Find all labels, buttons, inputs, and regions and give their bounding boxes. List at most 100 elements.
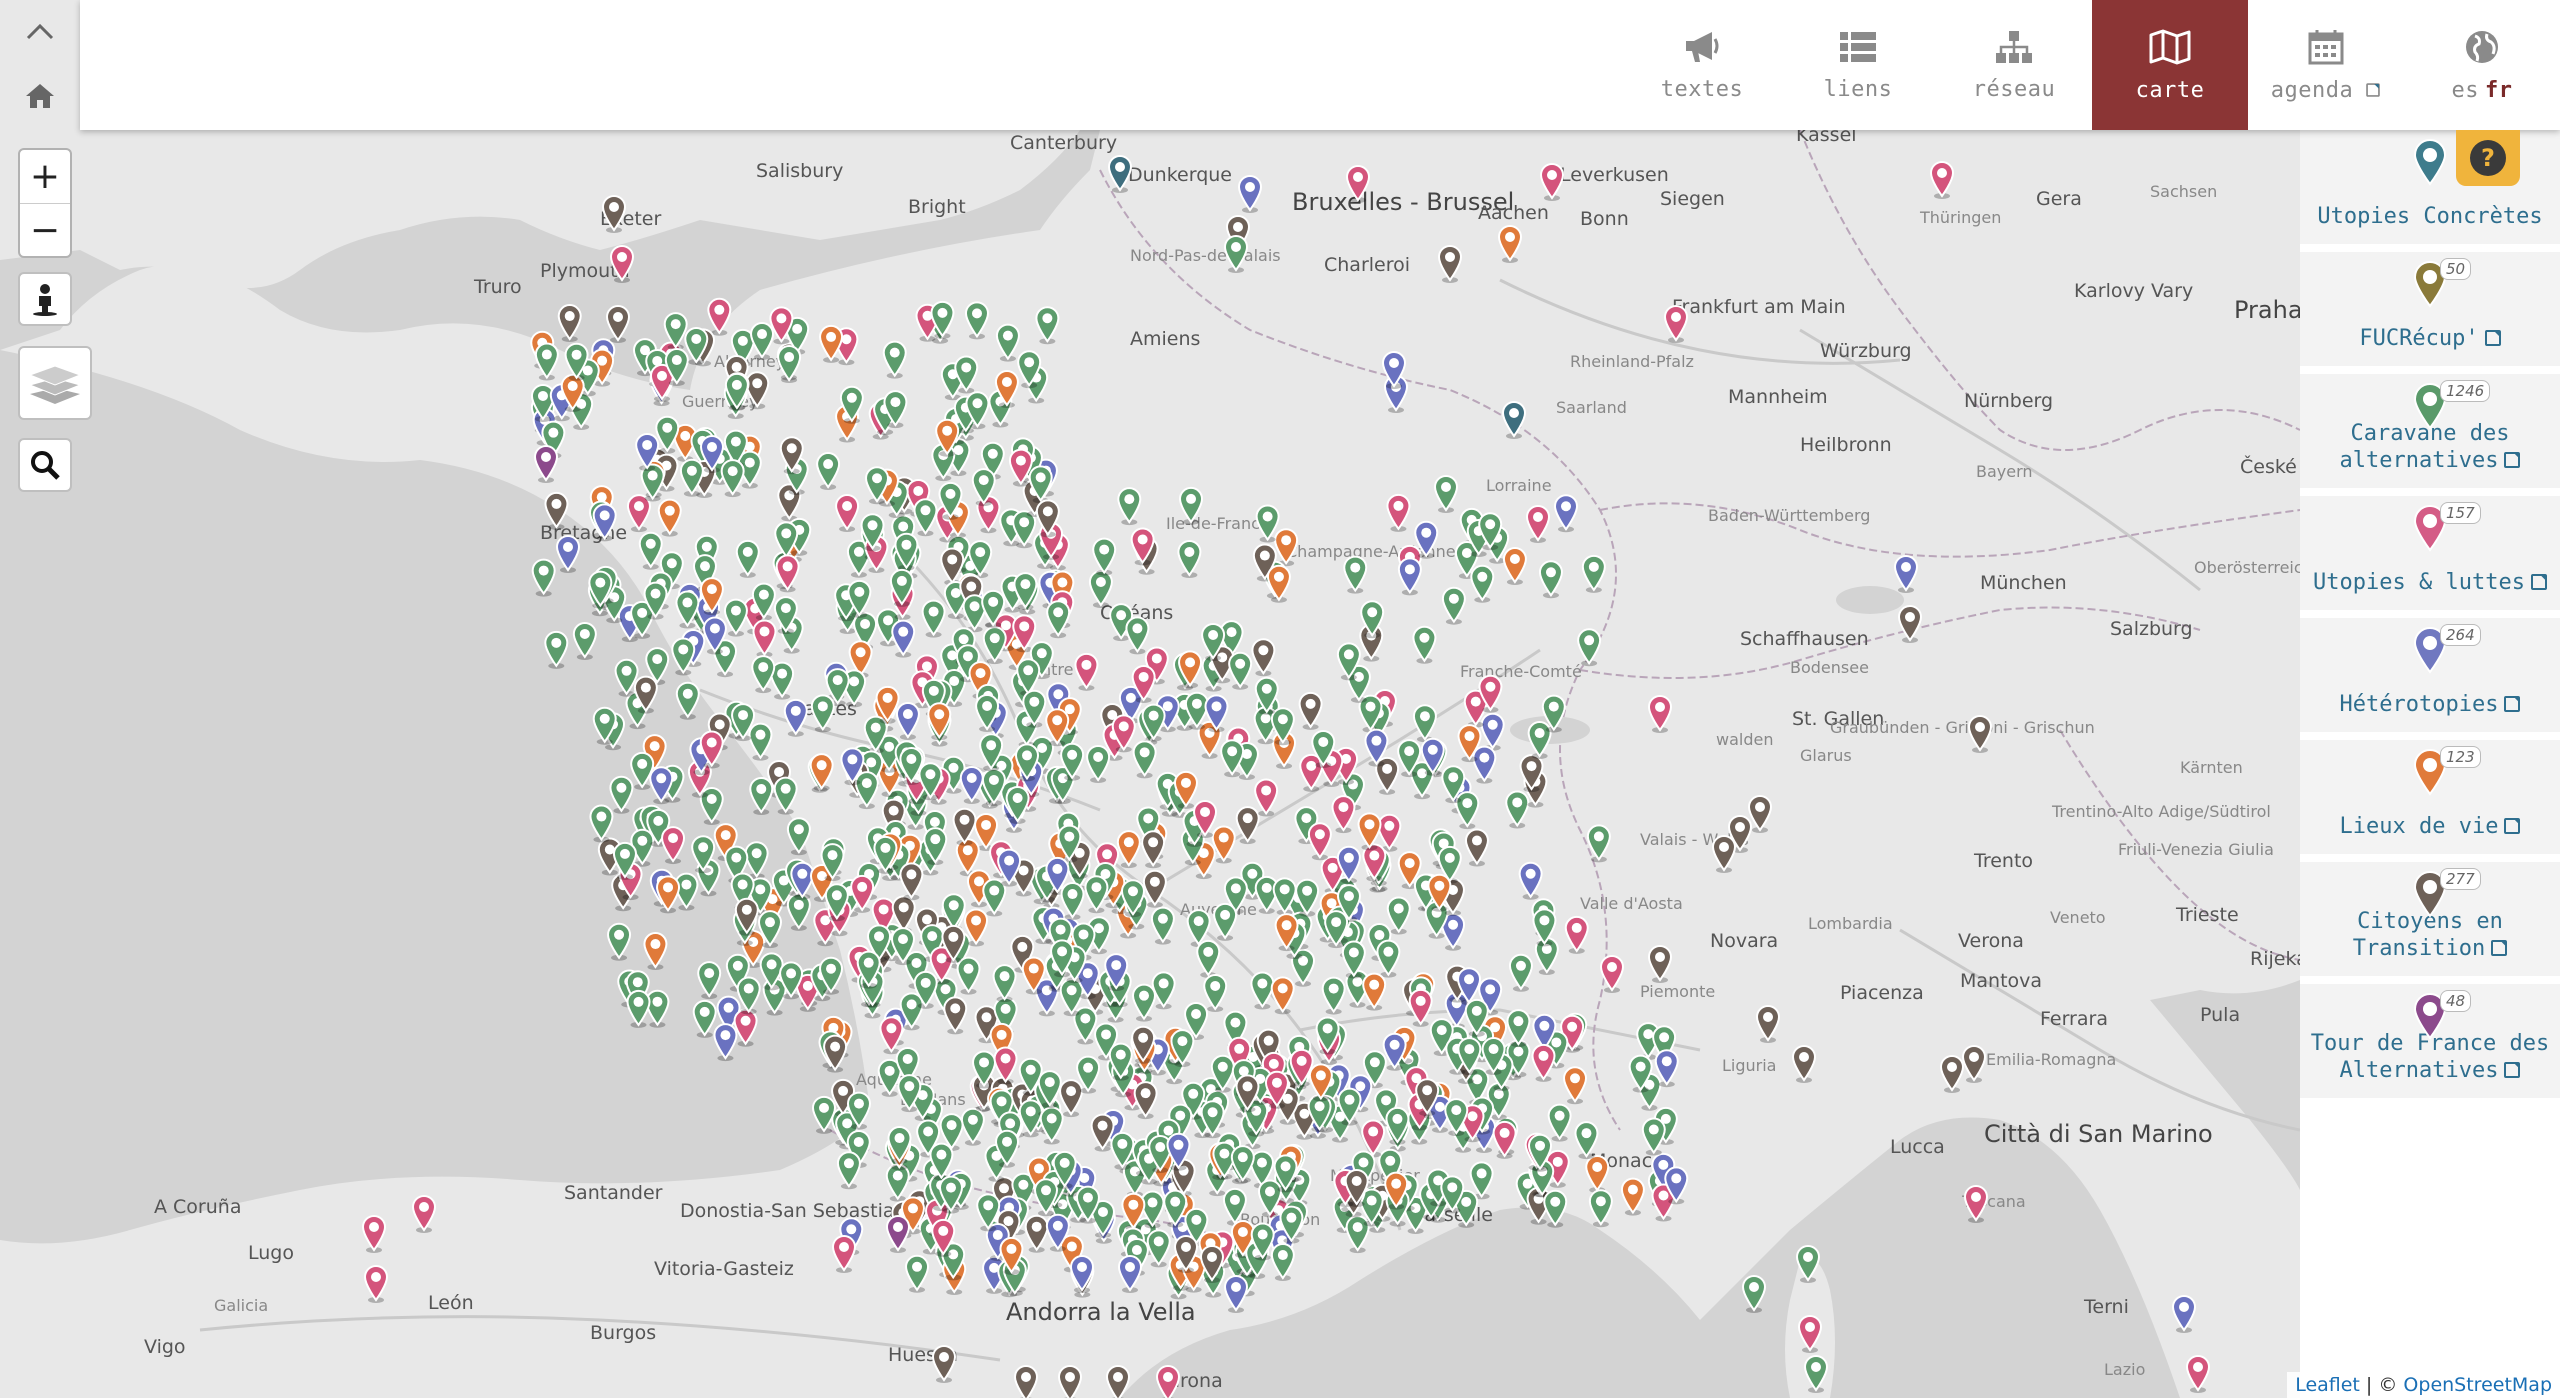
- leaflet-link[interactable]: Leaflet: [2295, 1374, 2360, 1396]
- map-marker[interactable]: [819, 324, 844, 363]
- map-marker[interactable]: [1060, 882, 1085, 921]
- map-marker[interactable]: [816, 452, 841, 491]
- map-marker[interactable]: [1893, 555, 1919, 593]
- map-marker[interactable]: [1074, 652, 1099, 691]
- map-marker[interactable]: [1086, 745, 1111, 783]
- home-button[interactable]: [0, 64, 80, 128]
- map-marker[interactable]: [1538, 560, 1563, 599]
- map-marker[interactable]: [1362, 972, 1387, 1011]
- map-marker[interactable]: [1013, 1365, 1039, 1398]
- map-marker[interactable]: [1376, 939, 1401, 978]
- map-marker[interactable]: [1620, 1177, 1645, 1216]
- map-marker[interactable]: [1254, 778, 1279, 817]
- map-marker[interactable]: [671, 637, 696, 676]
- map-marker[interactable]: [960, 1107, 985, 1146]
- map-marker[interactable]: [1059, 1079, 1084, 1118]
- map-marker[interactable]: [1505, 790, 1530, 829]
- map-marker[interactable]: [783, 698, 808, 737]
- map-marker[interactable]: [1203, 974, 1228, 1012]
- map-marker[interactable]: [1125, 616, 1150, 655]
- map-marker[interactable]: [736, 976, 761, 1015]
- map-marker[interactable]: [982, 626, 1007, 665]
- map-marker[interactable]: [1141, 830, 1166, 869]
- map-marker[interactable]: [891, 619, 916, 658]
- map-marker[interactable]: [2185, 1355, 2211, 1393]
- map-marker[interactable]: [1107, 155, 1133, 193]
- map-marker[interactable]: [1470, 564, 1495, 603]
- map-marker[interactable]: [1235, 806, 1260, 845]
- map-marker[interactable]: [1386, 493, 1411, 532]
- map-marker[interactable]: [1298, 691, 1323, 730]
- map-marker[interactable]: [1223, 235, 1249, 273]
- map-marker[interactable]: [675, 681, 700, 720]
- map-marker[interactable]: [1539, 163, 1565, 201]
- map-marker[interactable]: [657, 498, 682, 537]
- map-marker[interactable]: [609, 775, 634, 814]
- map-marker[interactable]: [748, 722, 773, 761]
- map-marker[interactable]: [1433, 475, 1459, 513]
- map-marker[interactable]: [1501, 401, 1527, 439]
- map-marker[interactable]: [931, 1345, 957, 1383]
- map-marker[interactable]: [589, 804, 614, 843]
- legend-item[interactable]: 48 Tour de France des Alternatives: [2300, 984, 2560, 1098]
- map-marker[interactable]: [943, 996, 968, 1035]
- map-marker[interactable]: [1599, 955, 1625, 993]
- map-marker[interactable]: [1554, 494, 1579, 533]
- map-marker[interactable]: [1088, 570, 1113, 608]
- map-marker[interactable]: [1531, 1043, 1556, 1082]
- map-marker[interactable]: [1502, 547, 1527, 586]
- map-marker[interactable]: [982, 878, 1007, 917]
- map-marker[interactable]: [679, 458, 704, 497]
- map-marker[interactable]: [1791, 1045, 1817, 1083]
- map-marker[interactable]: [411, 1195, 437, 1233]
- help-button[interactable]: ?: [2456, 130, 2520, 186]
- map-marker[interactable]: [572, 622, 597, 660]
- map-marker[interactable]: [905, 1254, 930, 1293]
- map-marker[interactable]: [1527, 721, 1552, 760]
- map-marker[interactable]: [927, 702, 952, 741]
- map-marker[interactable]: [1331, 795, 1356, 834]
- map-marker[interactable]: [656, 875, 681, 914]
- map-marker[interactable]: [1797, 1315, 1823, 1353]
- map-marker[interactable]: [1480, 712, 1505, 751]
- map-marker[interactable]: [809, 753, 834, 792]
- map-marker[interactable]: [1525, 505, 1551, 543]
- map-marker[interactable]: [534, 342, 559, 381]
- map-marker[interactable]: [661, 826, 686, 865]
- map-marker[interactable]: [626, 990, 651, 1028]
- map-marker[interactable]: [1213, 902, 1238, 941]
- map-marker[interactable]: [995, 323, 1020, 362]
- map-marker[interactable]: [1963, 1185, 1989, 1223]
- map-marker[interactable]: [361, 1215, 387, 1253]
- map-marker[interactable]: [1647, 695, 1673, 733]
- map-marker[interactable]: [1251, 638, 1276, 677]
- legend-item[interactable]: 1246 Caravane des alternatives: [2300, 374, 2560, 488]
- map-marker[interactable]: [1574, 1121, 1599, 1160]
- map-marker[interactable]: [1228, 651, 1253, 690]
- map-marker[interactable]: [1035, 306, 1060, 345]
- map-marker[interactable]: [1961, 1045, 1987, 1083]
- map-marker[interactable]: [1663, 305, 1689, 343]
- map-marker[interactable]: [1024, 1214, 1049, 1253]
- map-marker[interactable]: [1967, 715, 1993, 753]
- locate-button[interactable]: [18, 272, 72, 326]
- map-marker[interactable]: [836, 1151, 861, 1190]
- map-marker[interactable]: [1039, 1106, 1064, 1145]
- map-marker[interactable]: [1929, 161, 1955, 199]
- osm-link[interactable]: OpenStreetMap: [2403, 1374, 2552, 1396]
- map-marker[interactable]: [1408, 988, 1433, 1027]
- map-marker[interactable]: [1057, 1365, 1083, 1398]
- map-marker[interactable]: [1518, 861, 1543, 900]
- layers-button[interactable]: [18, 346, 92, 420]
- nav-liens[interactable]: liens: [1780, 0, 1936, 130]
- map-marker[interactable]: [1547, 1103, 1572, 1142]
- map-marker[interactable]: [835, 494, 860, 532]
- map-marker[interactable]: [745, 371, 770, 410]
- map-marker[interactable]: [720, 459, 745, 498]
- map-marker[interactable]: [744, 841, 769, 880]
- collapse-up-button[interactable]: [0, 0, 80, 64]
- map-marker[interactable]: [1464, 828, 1489, 867]
- map-marker[interactable]: [992, 964, 1017, 1003]
- map-canvas[interactable]: Canterbury Salisbury Bright Dunkerque Br…: [0, 130, 2300, 1398]
- map-marker[interactable]: [1397, 557, 1422, 596]
